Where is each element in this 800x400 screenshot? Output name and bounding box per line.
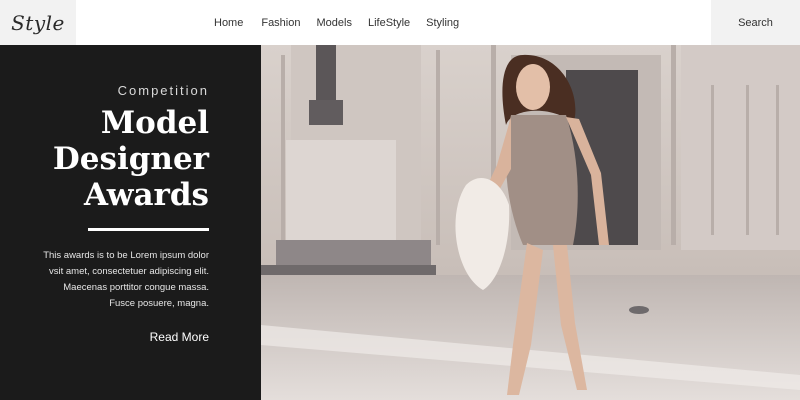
main-nav: Home Fashion Models LifeStyle Styling [214,0,475,45]
promo-panel: Competition Model Designer Awards This a… [0,45,261,400]
description-line: vsit amet, consectetuer adipiscing elit. [49,266,209,277]
description-line: Fusce posuere, magna. [109,298,209,309]
title-line: Awards [83,177,209,213]
logo-wordmark: Style [11,10,65,35]
promo-title: Model Designer Awards [9,105,209,213]
promo-kicker: Competition [117,83,209,98]
nav-fashion[interactable]: Fashion [261,17,300,29]
hero-photo-illustration [261,45,800,400]
title-line: Model [100,105,209,141]
nav-models[interactable]: Models [316,17,351,29]
logo-link[interactable]: Style [0,0,76,45]
title-line: Designer [52,141,209,177]
nav-home[interactable]: Home [214,17,243,29]
description-line: This awards is to be Lorem ipsum dolor [43,250,209,261]
promo-description: This awards is to be Lorem ipsum dolor v… [9,248,209,312]
site-header: Style Home Fashion Models LifeStyle Styl… [0,0,800,45]
title-divider [88,228,209,231]
read-more-link[interactable]: Read More [150,330,209,344]
nav-styling[interactable]: Styling [426,17,459,29]
description-line: Maecenas porttitor congue massa. [63,282,209,293]
hero-image [261,45,800,400]
nav-lifestyle[interactable]: LifeStyle [368,17,410,29]
search-button[interactable]: Search [711,0,800,45]
